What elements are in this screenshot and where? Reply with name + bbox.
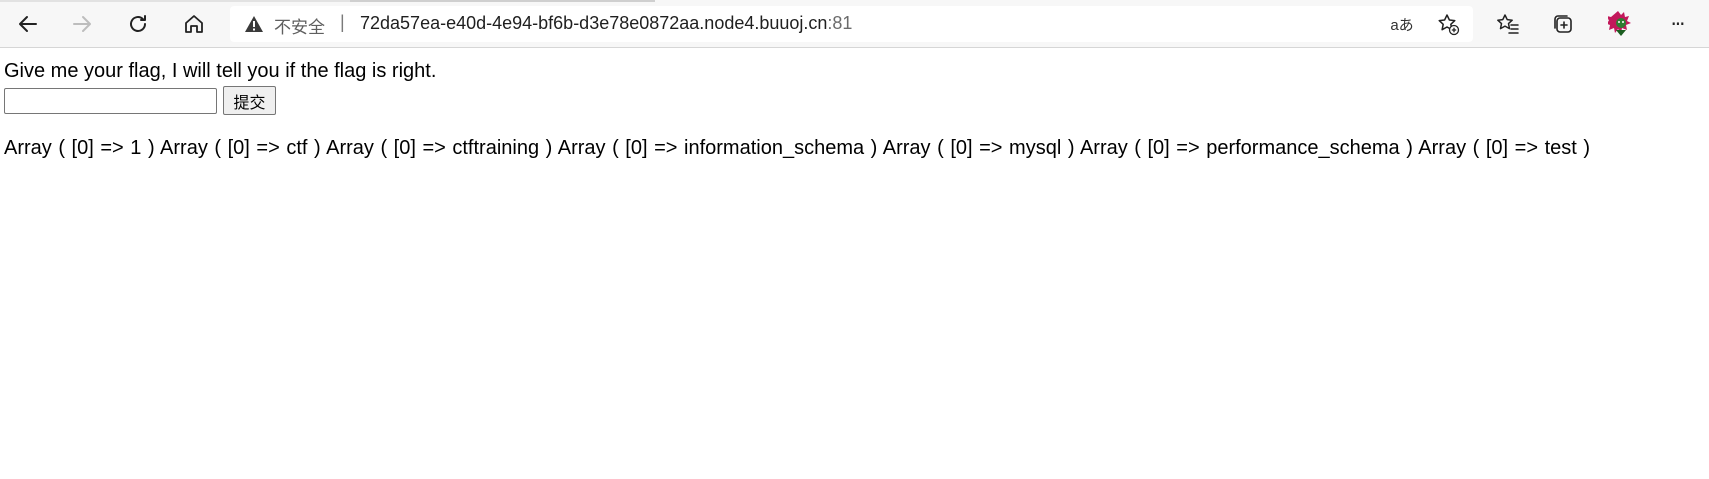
translate-icon[interactable]: aあ <box>1390 12 1414 36</box>
flag-input[interactable] <box>4 88 217 114</box>
add-favorite-icon[interactable] <box>1436 12 1460 36</box>
profile-avatar-icon <box>1608 10 1634 38</box>
flag-prompt: Give me your flag, I will tell you if th… <box>4 60 437 82</box>
refresh-icon <box>126 12 150 36</box>
home-button[interactable] <box>178 8 210 40</box>
url-port: :81 <box>827 13 853 33</box>
address-bar[interactable]: 不安全 | 72da57ea-e40d-4e94-bf6b-d3e78e0872… <box>230 6 1473 42</box>
forward-arrow-icon <box>70 12 94 36</box>
url-text[interactable]: 72da57ea-e40d-4e94-bf6b-d3e78e0872aa.nod… <box>360 13 852 34</box>
query-result-text: Array ( [0] => 1 ) Array ( [0] => ctf ) … <box>4 137 1591 159</box>
submit-button[interactable]: 提交 <box>223 86 276 115</box>
tab-strip-edge-active <box>350 0 655 2</box>
back-button[interactable] <box>12 8 44 40</box>
address-separator: | <box>340 12 345 32</box>
page-content: Give me your flag, I will tell you if th… <box>0 48 1709 479</box>
forward-button[interactable] <box>66 8 98 40</box>
tab-strip-edge <box>0 0 350 2</box>
profile-button[interactable] <box>1605 8 1637 40</box>
warning-triangle-icon[interactable] <box>244 15 264 38</box>
collections-button[interactable] <box>1547 8 1579 40</box>
more-options-icon[interactable]: ··· <box>1661 8 1693 40</box>
url-host: 72da57ea-e40d-4e94-bf6b-d3e78e0872aa.nod… <box>360 13 828 33</box>
favorites-button[interactable] <box>1492 8 1524 40</box>
refresh-button[interactable] <box>122 8 154 40</box>
favorites-icon <box>1496 12 1520 36</box>
home-icon <box>182 12 206 36</box>
browser-toolbar: 不安全 | 72da57ea-e40d-4e94-bf6b-d3e78e0872… <box>0 0 1709 48</box>
security-label[interactable]: 不安全 <box>274 13 325 38</box>
collections-icon <box>1551 12 1575 36</box>
back-arrow-icon <box>16 12 40 36</box>
